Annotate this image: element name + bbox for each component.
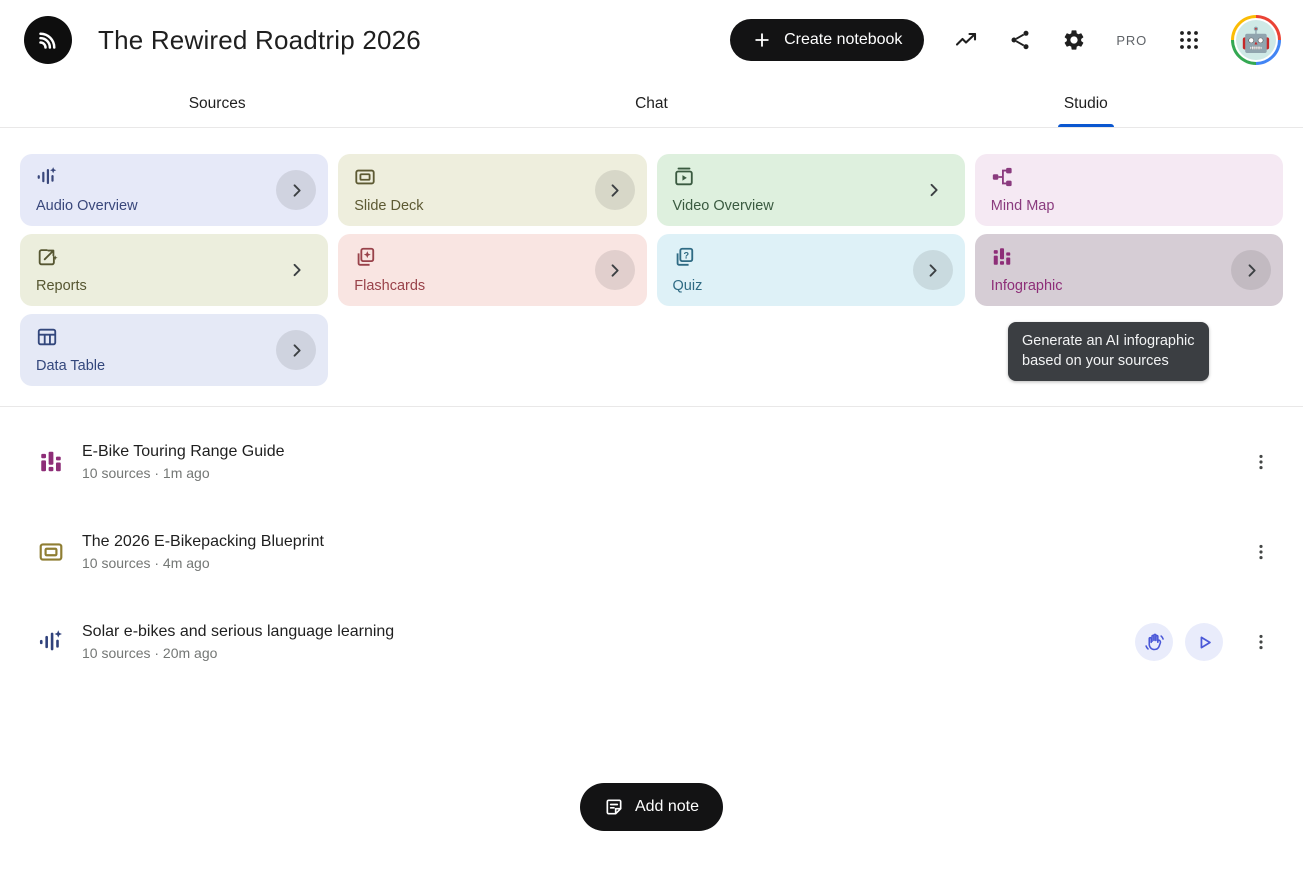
create-notebook-label: Create notebook — [784, 31, 902, 49]
audio-overview-icon — [36, 166, 58, 188]
note-icon — [604, 797, 624, 817]
tab-sources[interactable]: Sources — [0, 80, 434, 127]
studio-card-label: Video Overview — [673, 198, 774, 214]
play-icon — [1194, 632, 1215, 653]
play-button[interactable] — [1185, 623, 1223, 661]
studio-card-infographic[interactable]: Infographic — [975, 234, 1283, 306]
artifact-meta: 10 sources · 20m ago — [82, 645, 394, 661]
studio-card-slide-deck[interactable]: Slide Deck — [338, 154, 646, 226]
interactive-mode-icon — [1144, 632, 1165, 653]
tab-label: Studio — [1064, 95, 1108, 113]
reports-icon — [36, 246, 58, 268]
tab-label: Sources — [189, 95, 246, 113]
tab-label: Chat — [635, 95, 668, 113]
artifact-meta: 10 sources · 4m ago — [82, 555, 324, 571]
svg-text:?: ? — [683, 250, 689, 260]
tab-studio[interactable]: Studio — [869, 80, 1303, 127]
data-table-icon — [36, 326, 58, 348]
slide-deck-icon — [38, 539, 64, 565]
more-options-button[interactable] — [1249, 540, 1273, 564]
infographic-icon — [38, 449, 64, 475]
studio-card-quiz[interactable]: ? Quiz — [657, 234, 965, 306]
notebook-title[interactable]: The Rewired Roadtrip 2026 — [98, 25, 421, 56]
studio-card-mind-map[interactable]: Mind Map — [975, 154, 1283, 226]
quiz-icon: ? — [673, 246, 695, 268]
add-note-button[interactable]: Add note — [580, 783, 723, 831]
studio-card-flashcards[interactable]: Flashcards — [338, 234, 646, 306]
artifact-title: Solar e-bikes and serious language learn… — [82, 623, 394, 641]
studio-card-label: Mind Map — [991, 198, 1055, 214]
artifact-title: E-Bike Touring Range Guide — [82, 443, 285, 461]
studio-card-data-table[interactable]: Data Table — [20, 314, 328, 386]
artifact-row[interactable]: E-Bike Touring Range Guide 10 sources · 1… — [0, 417, 1303, 507]
artifact-title: The 2026 E-Bikepacking Blueprint — [82, 533, 324, 551]
tooltip-line-1: Generate an AI infographic — [1022, 331, 1195, 351]
tab-bar: Sources Chat Studio — [0, 80, 1303, 128]
studio-card-label: Audio Overview — [36, 198, 138, 214]
avatar[interactable]: 🤖 — [1231, 15, 1281, 65]
flashcards-icon — [354, 246, 376, 268]
mind-map-icon — [991, 166, 1013, 188]
studio-card-label: Quiz — [673, 278, 703, 294]
tab-chat[interactable]: Chat — [434, 80, 868, 127]
add-note-label: Add note — [635, 798, 699, 816]
interactive-mode-button[interactable] — [1135, 623, 1173, 661]
infographic-icon — [991, 246, 1013, 268]
avatar-image: 🤖 — [1236, 20, 1276, 60]
chevron-right-icon[interactable] — [595, 170, 635, 210]
more-options-button[interactable] — [1249, 450, 1273, 474]
chevron-right-icon[interactable] — [595, 250, 635, 290]
audio-overview-icon — [38, 629, 64, 655]
studio-card-reports[interactable]: Reports — [20, 234, 328, 306]
analytics-icon[interactable] — [954, 28, 978, 52]
plus-icon — [752, 30, 772, 50]
chevron-right-icon[interactable] — [913, 250, 953, 290]
infographic-tooltip: Generate an AI infographic based on your… — [1008, 322, 1209, 381]
chevron-right-icon[interactable] — [1231, 250, 1271, 290]
chevron-right-icon[interactable] — [276, 170, 316, 210]
section-divider — [0, 406, 1303, 407]
tooltip-line-2: based on your sources — [1022, 351, 1195, 371]
studio-card-label: Slide Deck — [354, 198, 423, 214]
studio-card-video-overview[interactable]: Video Overview — [657, 154, 965, 226]
studio-card-label: Reports — [36, 278, 87, 294]
studio-card-audio-overview[interactable]: Audio Overview — [20, 154, 328, 226]
apps-grid-icon[interactable] — [1177, 28, 1201, 52]
chevron-right-icon[interactable] — [924, 181, 943, 200]
settings-icon[interactable] — [1062, 28, 1086, 52]
share-icon[interactable] — [1008, 28, 1032, 52]
studio-card-label: Flashcards — [354, 278, 425, 294]
header: The Rewired Roadtrip 2026 Create noteboo… — [0, 0, 1303, 80]
artifact-list: E-Bike Touring Range Guide 10 sources · 1… — [0, 417, 1303, 687]
chevron-right-icon[interactable] — [276, 330, 316, 370]
chevron-right-icon[interactable] — [287, 261, 306, 280]
pro-badge: PRO — [1116, 33, 1147, 48]
artifact-meta: 10 sources · 1m ago — [82, 465, 285, 481]
notebooklm-logo-icon[interactable] — [24, 16, 72, 64]
video-overview-icon — [673, 166, 695, 188]
avatar-inner: 🤖 — [1234, 18, 1278, 62]
studio-card-label: Infographic — [991, 278, 1063, 294]
artifact-row[interactable]: Solar e-bikes and serious language learn… — [0, 597, 1303, 687]
artifact-row[interactable]: The 2026 E-Bikepacking Blueprint 10 sourc… — [0, 507, 1303, 597]
active-tab-underline — [1058, 124, 1114, 127]
studio-card-label: Data Table — [36, 358, 105, 374]
more-options-button[interactable] — [1249, 630, 1273, 654]
slide-deck-icon — [354, 166, 376, 188]
create-notebook-button[interactable]: Create notebook — [730, 19, 924, 61]
